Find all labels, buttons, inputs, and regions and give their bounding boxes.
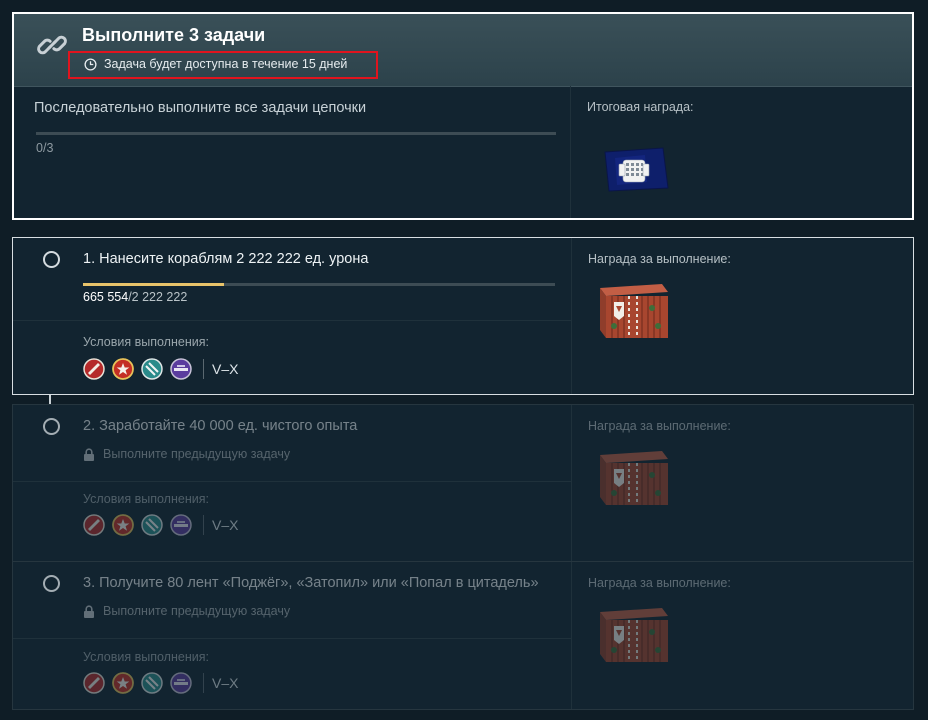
- tier-range: V–X: [212, 517, 239, 533]
- divider: [13, 638, 571, 639]
- task-reward-label: Награда за выполнение:: [588, 419, 731, 433]
- task-info: 3. Получите 80 лент «Поджёг», «Затопил» …: [13, 562, 571, 709]
- chain-link-icon: [37, 35, 67, 55]
- cruiser-class-icon[interactable]: [112, 358, 134, 380]
- conditions-label: Условия выполнения:: [83, 335, 209, 349]
- timer-text: Задача будет доступна в течение 15 дней: [104, 57, 348, 71]
- locked-text: Выполните предыдущую задачу: [103, 604, 291, 618]
- chain-card: Выполните 3 задачи Задача будет доступна…: [12, 12, 914, 220]
- chain-title: Выполните 3 задачи: [82, 25, 266, 45]
- divider: [13, 320, 571, 321]
- timer-highlight: Задача будет доступна в течение 15 дней: [68, 51, 378, 79]
- lock-icon: [84, 447, 94, 461]
- task-reward-label: Награда за выполнение:: [588, 576, 731, 590]
- task-card-3[interactable]: 3. Получите 80 лент «Поджёг», «Затопил» …: [12, 561, 914, 710]
- task-card-1[interactable]: 1. Нанесите кораблям 2 222 222 ед. урона…: [12, 237, 914, 395]
- cruiser-class-icon[interactable]: [112, 514, 134, 536]
- conditions-row: V–X: [83, 514, 238, 536]
- task-title: 1. Нанесите кораблям 2 222 222 ед. урона: [83, 251, 369, 267]
- task-progress-current: 665 554: [83, 290, 129, 304]
- task-status-circle: [43, 418, 60, 435]
- locked-text: Выполните предыдущую задачу: [103, 447, 291, 461]
- battleship-class-icon[interactable]: [141, 514, 163, 536]
- tier-range: V–X: [212, 675, 239, 691]
- container-crate-icon[interactable]: [592, 280, 674, 342]
- task-reward-label: Награда за выполнение:: [588, 252, 731, 266]
- conditions-separator: [203, 515, 204, 535]
- conditions-separator: [203, 673, 204, 693]
- locked-notice: Выполните предыдущую задачу: [83, 604, 290, 618]
- aircraft-carrier-class-icon[interactable]: [170, 672, 192, 694]
- task-status-circle: [43, 251, 60, 268]
- tier-range: V–X: [212, 361, 239, 377]
- task-info: 2. Заработайте 40 000 ед. чистого опыта …: [13, 405, 571, 561]
- chain-progress-count: 0/3: [36, 141, 53, 155]
- aircraft-carrier-class-icon[interactable]: [170, 514, 192, 536]
- conditions-row: V–X: [83, 672, 238, 694]
- cruiser-class-icon[interactable]: [112, 672, 134, 694]
- container-crate-icon[interactable]: [592, 447, 674, 509]
- chain-reward-section: Итоговая награда:: [570, 86, 912, 218]
- destroyer-class-icon[interactable]: [83, 514, 105, 536]
- task-info: 1. Нанесите кораблям 2 222 222 ед. урона…: [13, 238, 571, 394]
- conditions-label: Условия выполнения:: [83, 492, 209, 506]
- chain-header: Выполните 3 задачи Задача будет доступна…: [14, 14, 912, 87]
- chain-progress-section: Последовательно выполните все задачи цеп…: [14, 86, 570, 218]
- final-reward-label: Итоговая награда:: [587, 100, 694, 114]
- task-progress-count: 665 554/2 222 222: [83, 290, 187, 304]
- task-title: 2. Заработайте 40 000 ед. чистого опыта: [83, 418, 358, 434]
- task-reward-section: Награда за выполнение:: [571, 405, 913, 561]
- destroyer-class-icon[interactable]: [83, 358, 105, 380]
- aircraft-carrier-class-icon[interactable]: [170, 358, 192, 380]
- battleship-class-icon[interactable]: [141, 358, 163, 380]
- conditions-row: V–X: [83, 358, 238, 380]
- task-progress-fill: [83, 283, 225, 286]
- chain-progress-total: 3: [46, 141, 54, 155]
- locked-notice: Выполните предыдущую задачу: [83, 447, 290, 461]
- chain-progress-bar: [36, 132, 556, 135]
- task-progress-bar: [83, 283, 555, 286]
- flag-reward-icon[interactable]: [601, 144, 671, 194]
- task-title: 3. Получите 80 лент «Поджёг», «Затопил» …: [83, 575, 539, 591]
- conditions-separator: [203, 359, 204, 379]
- chain-progress-current: 0: [36, 141, 43, 155]
- task-card-2[interactable]: 2. Заработайте 40 000 ед. чистого опыта …: [12, 404, 914, 562]
- task-reward-section: Награда за выполнение:: [571, 562, 913, 709]
- chain-description: Последовательно выполните все задачи цеп…: [34, 100, 367, 116]
- task-progress-total: 2 222 222: [131, 290, 188, 304]
- destroyer-class-icon[interactable]: [83, 672, 105, 694]
- divider: [13, 481, 571, 482]
- lock-icon: [84, 604, 94, 618]
- container-crate-icon[interactable]: [592, 604, 674, 666]
- conditions-label: Условия выполнения:: [83, 650, 209, 664]
- task-status-circle: [43, 575, 60, 592]
- battleship-class-icon[interactable]: [141, 672, 163, 694]
- task-reward-section: Награда за выполнение:: [571, 238, 913, 394]
- clock-icon: [84, 58, 97, 71]
